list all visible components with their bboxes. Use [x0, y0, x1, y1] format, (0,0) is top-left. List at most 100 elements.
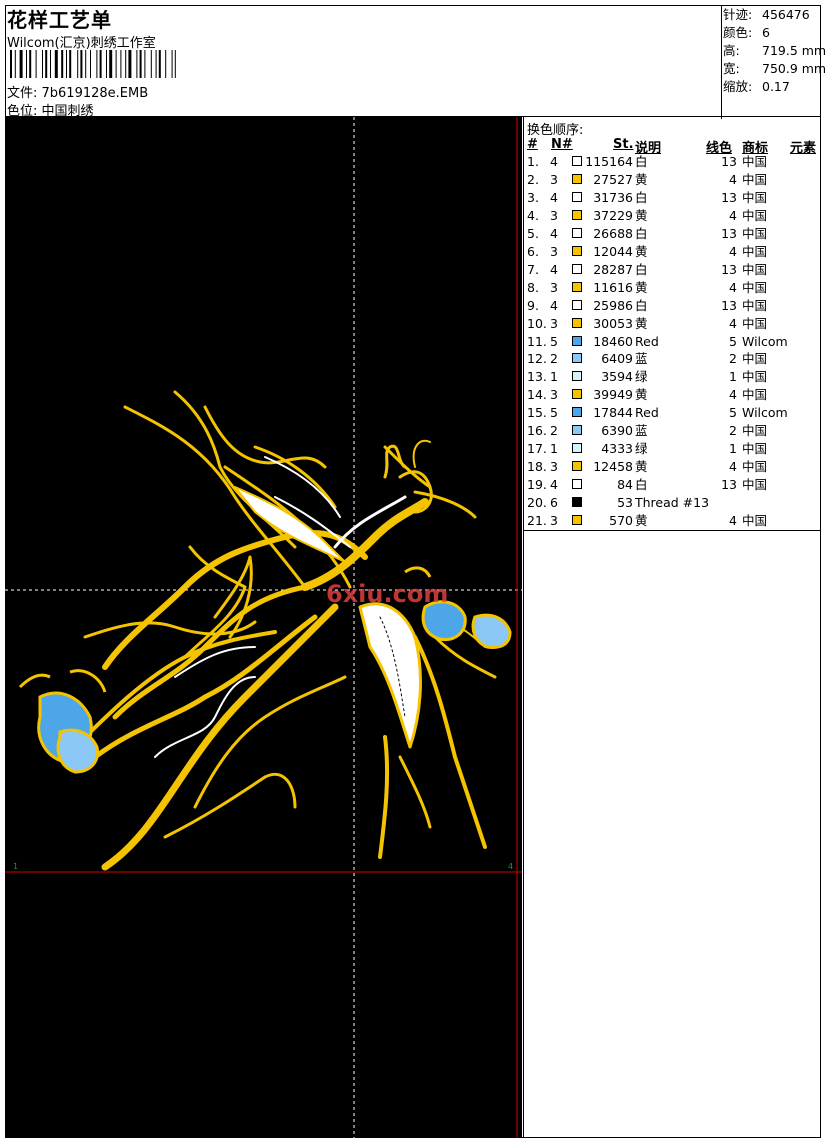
step-number: 9. — [527, 297, 539, 313]
thread-color-code: 5 — [729, 405, 737, 421]
header-needle: N# — [551, 137, 573, 152]
thread-description: 绿 — [635, 369, 648, 385]
color-swatch — [572, 191, 582, 202]
color-swatch — [572, 389, 582, 400]
sequence-row: 21. 3 570 黄 4 中国 — [524, 512, 821, 530]
step-number: 21. — [527, 513, 547, 528]
color-swatch — [572, 461, 582, 472]
stitch-count: 26688 — [593, 225, 633, 241]
needle-number: 4 — [550, 261, 558, 277]
thread-color-code: 2 — [729, 423, 737, 439]
needle-number: 3 — [550, 315, 558, 331]
design-preview-canvas[interactable]: 1 4 6xiu.com — [5, 117, 522, 1138]
thread-description: 黄 — [635, 243, 648, 259]
barcode-bar — [158, 50, 161, 78]
stitch-count: 28287 — [593, 261, 633, 277]
barcode-bar — [115, 50, 117, 78]
thread-description: 白 — [635, 261, 648, 277]
thread-color-code: 4 — [729, 387, 737, 403]
thread-brand: 中国 — [742, 387, 768, 403]
needle-number: 3 — [550, 243, 558, 259]
thread-brand: 中国 — [742, 441, 768, 457]
barcode-bar — [19, 50, 23, 78]
barcode-bar — [66, 50, 67, 78]
color-swatch — [572, 479, 582, 490]
barcode-bar — [69, 50, 72, 78]
color-swatch — [572, 497, 582, 508]
barcode-bar — [26, 50, 27, 78]
barcode-bar — [29, 50, 32, 78]
thread-color-code: 4 — [729, 243, 737, 259]
color-swatch — [572, 371, 582, 382]
stitch-count: 25986 — [593, 297, 633, 313]
sequence-row: 4. 3 37229 黄 4 中国 — [524, 207, 821, 225]
thread-brand: 中国 — [742, 513, 768, 528]
stat-height: 高: 719.5 mm — [723, 43, 826, 58]
thread-brand: 中国 — [742, 154, 768, 169]
sequence-row: 8. 3 11616 黄 4 中国 — [524, 279, 821, 297]
needle-number: 1 — [550, 441, 558, 457]
thread-description: 白 — [635, 477, 648, 493]
stitch-count: 18460 — [593, 333, 633, 349]
barcode-bar — [120, 50, 122, 78]
needle-number: 5 — [550, 333, 558, 349]
color-swatch — [572, 281, 582, 292]
thread-color-code: 13 — [721, 189, 737, 205]
needle-number: 2 — [550, 423, 558, 439]
stitch-count: 3594 — [601, 369, 633, 385]
sequence-title: 换色顺序: — [527, 123, 584, 138]
thread-description: 白 — [635, 189, 648, 205]
thread-color-code: 13 — [721, 477, 737, 493]
thread-color-code: 4 — [729, 513, 737, 528]
thread-color-code: 13 — [721, 154, 737, 169]
corner-marker-left: 1 — [13, 862, 18, 871]
step-number: 17. — [527, 441, 547, 457]
thread-brand: 中国 — [742, 297, 768, 313]
sequence-row: 10. 3 30053 黄 4 中国 — [524, 315, 821, 333]
file-name: 文件: 7b619128e.EMB — [7, 86, 149, 101]
design-stats: 针迹: 456476 颜色: 6 高: 719.5 mm 宽: 750.9 mm 缩放:… — [723, 6, 826, 96]
thread-description: 蓝 — [635, 423, 648, 439]
color-swatch — [572, 515, 582, 525]
barcode-bar — [35, 50, 37, 78]
stitch-count: 84 — [617, 477, 633, 493]
thread-color-code: 4 — [729, 207, 737, 223]
thread-description: 黄 — [635, 459, 648, 475]
barcode-bar — [10, 50, 12, 78]
embroidery-design: 1 4 6xiu.com — [5, 117, 522, 1138]
stitch-count: 6390 — [601, 423, 633, 439]
thread-description: 黄 — [635, 513, 648, 528]
stitch-count: 17844 — [593, 405, 633, 421]
needle-number: 3 — [550, 459, 558, 475]
thread-brand: 中国 — [742, 207, 768, 223]
barcode-bar — [150, 50, 152, 78]
thread-description: 黄 — [635, 387, 648, 403]
sequence-row: 14. 3 39949 黄 4 中国 — [524, 386, 821, 404]
stitch-count: 115164 — [585, 154, 633, 169]
thread-brand: 中国 — [742, 171, 768, 187]
step-number: 3. — [527, 189, 539, 205]
header-divider — [721, 5, 722, 119]
thread-brand: 中国 — [742, 459, 768, 475]
thread-color-code: 13 — [721, 225, 737, 241]
color-swatch — [572, 263, 582, 274]
thread-brand: 中国 — [742, 279, 768, 295]
color-swatch — [572, 353, 582, 364]
stitch-count: 570 — [609, 513, 633, 528]
step-number: 6. — [527, 243, 539, 259]
barcode-bar — [77, 50, 79, 78]
barcode-bar — [96, 50, 98, 78]
stitch-count: 12044 — [593, 243, 633, 259]
thread-description: Thread #13 — [635, 495, 710, 511]
barcode-bar — [109, 50, 113, 78]
sequence-row: 5. 4 26688 白 13 中国 — [524, 225, 821, 243]
thread-brand: 中国 — [742, 423, 768, 439]
thread-description: 白 — [635, 225, 648, 241]
sequence-row: 16. 2 6390 蓝 2 中国 — [524, 422, 821, 440]
step-number: 8. — [527, 279, 539, 295]
color-swatch — [572, 245, 582, 256]
step-number: 11. — [527, 333, 547, 349]
panel-bottom-rule — [524, 530, 821, 531]
thread-brand: 中国 — [742, 369, 768, 385]
color-swatch — [572, 425, 582, 436]
